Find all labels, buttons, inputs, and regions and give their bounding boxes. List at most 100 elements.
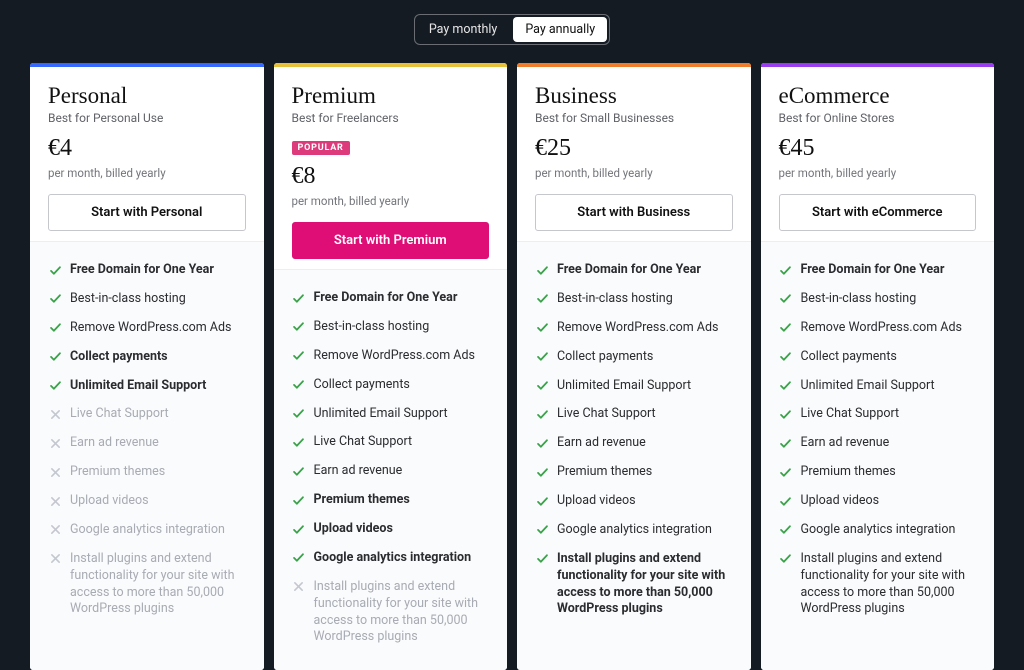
feature-item: Google analytics integration [535,516,733,545]
feature-text: Free Domain for One Year [557,262,701,279]
plan-price: €4 [48,135,246,162]
feature-item: Free Domain for One Year [292,284,490,313]
billing-toggle-container: Pay monthly Pay annually [0,0,1024,63]
feature-text: Free Domain for One Year [801,262,945,279]
feature-text: Google analytics integration [314,550,472,567]
check-icon [535,263,549,277]
check-icon [779,494,793,508]
plan-feature-list: Free Domain for One Year Best-in-class ho… [274,269,508,670]
check-icon [292,378,306,392]
check-icon [535,436,549,450]
check-icon [535,465,549,479]
feature-item: Premium themes [292,486,490,515]
plan-tagline: Best for Online Stores [779,111,977,125]
feature-item: Install plugins and extend functionality… [779,545,977,625]
feature-text: Upload videos [801,493,880,510]
billing-toggle: Pay monthly Pay annually [414,14,610,45]
plan-tagline: Best for Personal Use [48,111,246,125]
feature-text: Remove WordPress.com Ads [70,320,231,337]
feature-item: Remove WordPress.com Ads [292,342,490,371]
feature-item: Earn ad revenue [48,429,246,458]
feature-text: Unlimited Email Support [557,378,691,395]
plan-billing-note: per month, billed yearly [48,166,246,180]
plan-name: Premium [292,83,490,109]
feature-text: Best-in-class hosting [801,291,917,308]
feature-text: Live Chat Support [70,406,169,423]
check-icon [535,292,549,306]
plan-cta-button[interactable]: Start with Personal [48,194,246,231]
plan-cta-button[interactable]: Start with eCommerce [779,194,977,231]
check-icon [779,292,793,306]
cross-icon [48,494,62,508]
plan-feature-list: Free Domain for One Year Best-in-class ho… [517,241,751,670]
check-icon [292,493,306,507]
check-icon [535,494,549,508]
feature-text: Upload videos [70,493,149,510]
check-icon [292,291,306,305]
feature-text: Free Domain for One Year [314,290,458,307]
plan-cta-button[interactable]: Start with Premium [292,222,490,259]
feature-item: Unlimited Email Support [779,372,977,401]
check-icon [48,350,62,364]
plan-price: €8 [292,163,490,190]
feature-item: Google analytics integration [48,516,246,545]
feature-item: Install plugins and extend functionality… [535,545,733,625]
cross-icon [48,523,62,537]
cross-icon [292,580,306,594]
feature-item: Remove WordPress.com Ads [48,314,246,343]
feature-text: Google analytics integration [70,522,225,539]
feature-item: Upload videos [292,515,490,544]
feature-item: Premium themes [779,458,977,487]
feature-text: Unlimited Email Support [801,378,935,395]
check-icon [779,552,793,566]
feature-text: Live Chat Support [557,406,656,423]
check-icon [292,349,306,363]
pricing-plans-grid: PersonalBest for Personal Use€4per month… [0,63,1024,670]
cross-icon [48,552,62,566]
plan-card-business: BusinessBest for Small Businesses€25per … [517,63,751,670]
feature-text: Collect payments [801,349,897,366]
plan-tagline: Best for Freelancers [292,111,490,125]
feature-item: Best-in-class hosting [292,313,490,342]
check-icon [535,321,549,335]
feature-text: Install plugins and extend functionality… [801,551,977,619]
plan-card-ecommerce: eCommerceBest for Online Stores€45per mo… [761,63,995,670]
feature-item: Collect payments [535,343,733,372]
plan-price: €45 [779,135,977,162]
feature-text: Premium themes [801,464,896,481]
feature-item: Best-in-class hosting [779,285,977,314]
feature-item: Live Chat Support [535,400,733,429]
feature-item: Remove WordPress.com Ads [535,314,733,343]
popular-badge: POPULAR [292,141,350,155]
feature-item: Earn ad revenue [535,429,733,458]
check-icon [48,379,62,393]
feature-item: Earn ad revenue [779,429,977,458]
feature-item: Free Domain for One Year [779,256,977,285]
plan-header: PersonalBest for Personal Use€4per month… [30,67,264,241]
check-icon [779,436,793,450]
check-icon [48,321,62,335]
check-icon [535,552,549,566]
feature-item: Free Domain for One Year [48,256,246,285]
feature-item: Install plugins and extend functionality… [48,545,246,625]
feature-text: Unlimited Email Support [70,378,206,395]
feature-text: Collect payments [557,349,653,366]
check-icon [292,522,306,536]
feature-item: Best-in-class hosting [535,285,733,314]
check-icon [292,464,306,478]
pay-annually-button[interactable]: Pay annually [513,17,607,42]
feature-item: Premium themes [48,458,246,487]
feature-item: Install plugins and extend functionality… [292,573,490,653]
plan-billing-note: per month, billed yearly [779,166,977,180]
feature-item: Google analytics integration [292,544,490,573]
plan-cta-button[interactable]: Start with Business [535,194,733,231]
feature-item: Live Chat Support [48,400,246,429]
feature-item: Upload videos [535,487,733,516]
feature-text: Earn ad revenue [801,435,890,452]
check-icon [779,350,793,364]
pay-monthly-button[interactable]: Pay monthly [415,15,511,44]
feature-item: Google analytics integration [779,516,977,545]
feature-text: Google analytics integration [557,522,712,539]
feature-text: Live Chat Support [314,434,413,451]
feature-item: Collect payments [292,371,490,400]
